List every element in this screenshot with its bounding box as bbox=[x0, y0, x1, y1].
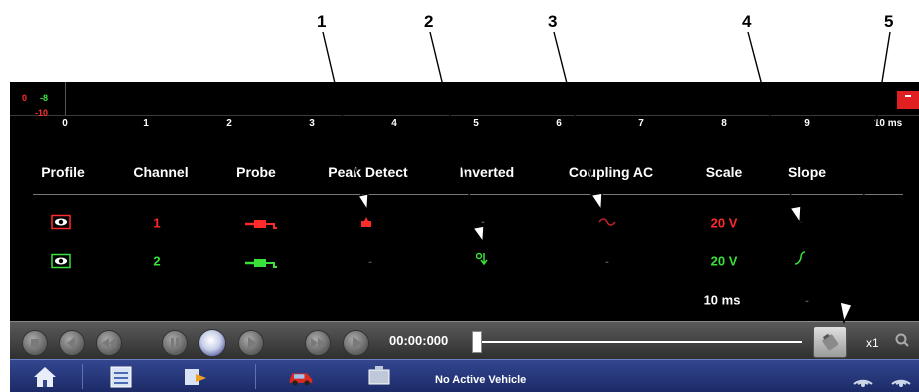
eye-icon[interactable] bbox=[51, 214, 71, 230]
playback-slider-thumb[interactable] bbox=[472, 331, 482, 353]
coupling-ac-off: - bbox=[605, 256, 609, 268]
callout-3: 3 bbox=[548, 12, 558, 31]
level-ch1: 0 bbox=[22, 93, 28, 103]
tick-label: 0 bbox=[62, 118, 68, 129]
list-icon[interactable] bbox=[108, 364, 134, 388]
scope-icon[interactable] bbox=[366, 364, 392, 388]
callout-5: 5 bbox=[884, 12, 894, 31]
taskbar-separator bbox=[255, 364, 256, 389]
channel-2-number: 2 bbox=[153, 253, 161, 269]
header-scale: Scale bbox=[705, 164, 743, 180]
home-icon[interactable] bbox=[32, 364, 58, 388]
inverted-off: - bbox=[481, 216, 485, 228]
wireless-icon[interactable] bbox=[850, 364, 876, 388]
header-probe: Probe bbox=[236, 164, 276, 180]
wireless-icon[interactable] bbox=[888, 364, 914, 388]
tick-label: 2 bbox=[226, 118, 232, 129]
callout-4: 4 bbox=[742, 12, 752, 31]
skip-forward-button[interactable] bbox=[343, 330, 369, 356]
taskbar: No Active Vehicle bbox=[10, 359, 919, 392]
zoom-level: x1 bbox=[866, 336, 879, 350]
channel-2-scale[interactable]: 20 V bbox=[711, 254, 738, 269]
clipboard-button[interactable] bbox=[813, 326, 847, 358]
tick-label: 7 bbox=[638, 118, 644, 129]
skip-back-button[interactable] bbox=[59, 330, 85, 356]
taskbar-separator bbox=[82, 364, 83, 389]
header-coupling-ac: Coupling AC bbox=[568, 164, 654, 180]
record-button[interactable] bbox=[198, 329, 226, 357]
data-icon[interactable] bbox=[182, 364, 208, 388]
vehicle-icon[interactable] bbox=[288, 364, 314, 388]
tick-label: 6 bbox=[556, 118, 562, 129]
header-peak-detect: Peak Detect bbox=[328, 164, 408, 180]
channel-1-number: 1 bbox=[153, 215, 161, 231]
header-channel: Channel bbox=[133, 164, 189, 180]
clipboard-icon bbox=[822, 333, 839, 351]
tick-label: 5 bbox=[473, 118, 479, 129]
trigger-marker[interactable] bbox=[897, 91, 919, 109]
timebase-slope: - bbox=[805, 295, 809, 307]
timebase-value[interactable]: 10 ms bbox=[704, 293, 741, 308]
scope-screen: 0 -8 -10 0 1 2 3 4 5 6 7 8 9 10 ms Profi… bbox=[10, 82, 919, 392]
playback-slider-track[interactable] bbox=[478, 341, 802, 343]
vehicle-status: No Active Vehicle bbox=[435, 374, 527, 386]
tick-label: 4 bbox=[391, 118, 397, 129]
channel-1-scale[interactable]: 20 V bbox=[711, 216, 738, 231]
probe-icon[interactable] bbox=[244, 257, 278, 269]
level-ch2: -8 bbox=[40, 93, 49, 103]
tick-label: 3 bbox=[309, 118, 315, 129]
time-axis: 0 1 2 3 4 5 6 7 8 9 10 ms bbox=[10, 118, 919, 134]
waveform-strip: 0 -8 -10 bbox=[10, 82, 919, 118]
header-inverted: Inverted bbox=[459, 164, 515, 180]
header-profile: Profile bbox=[41, 164, 85, 180]
stop-button[interactable] bbox=[22, 330, 48, 356]
rewind-button[interactable] bbox=[96, 330, 122, 356]
strip-divider bbox=[65, 82, 66, 115]
zoom-icon[interactable] bbox=[895, 333, 909, 347]
probe-icon[interactable] bbox=[244, 218, 278, 230]
tick-label: 1 bbox=[143, 118, 149, 129]
playback-controls: 00:00:000 x1 bbox=[10, 321, 919, 360]
pause-button[interactable] bbox=[162, 330, 188, 356]
playback-time: 00:00:000 bbox=[389, 333, 449, 348]
peak-detect-icon[interactable] bbox=[360, 216, 372, 228]
tick-label: 10 ms bbox=[873, 118, 903, 129]
slope-ch1: - bbox=[798, 216, 802, 228]
inverted-icon[interactable] bbox=[476, 252, 488, 266]
coupling-ac-icon[interactable] bbox=[598, 218, 616, 226]
tick-label: 8 bbox=[721, 118, 727, 129]
slope-icon[interactable] bbox=[794, 251, 806, 265]
play-button[interactable] bbox=[238, 330, 264, 356]
callout-2: 2 bbox=[424, 12, 434, 31]
header-separator bbox=[33, 194, 903, 195]
eye-icon[interactable] bbox=[51, 253, 71, 269]
level-ch1-lower: -10 bbox=[35, 108, 49, 118]
tick-label: 9 bbox=[804, 118, 810, 129]
header-slope: Slope bbox=[787, 164, 827, 180]
fast-forward-button[interactable] bbox=[305, 330, 331, 356]
callout-1: 1 bbox=[317, 12, 327, 31]
peak-detect-off: - bbox=[368, 256, 372, 268]
